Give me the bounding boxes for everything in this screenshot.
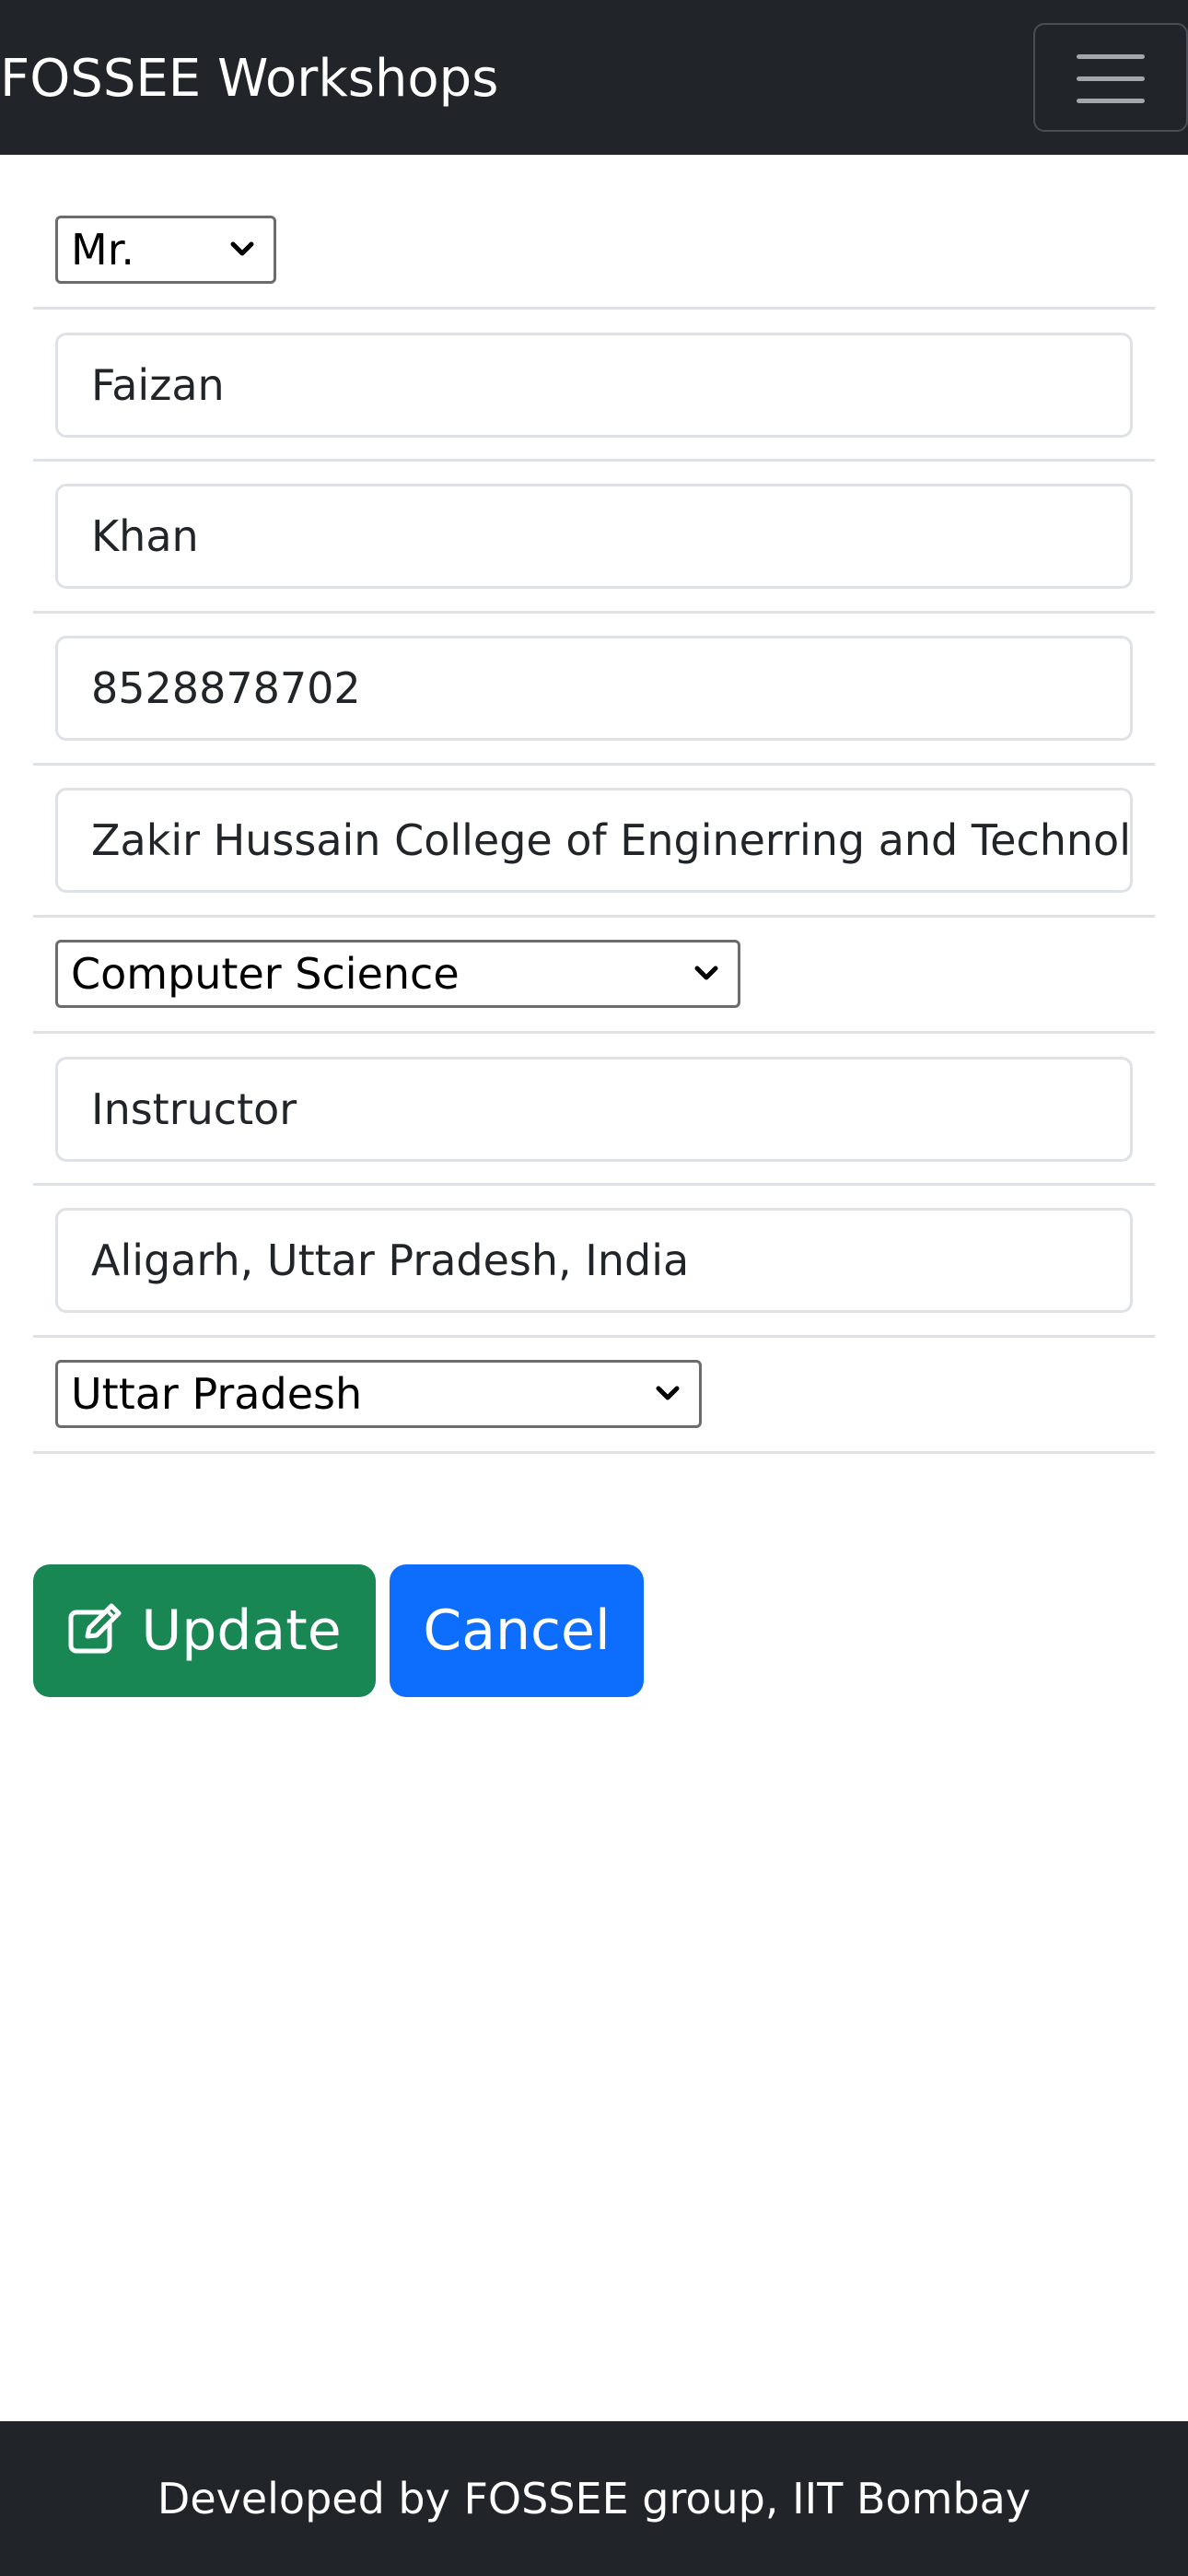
state-select-value: Uttar Pradesh <box>71 1369 363 1419</box>
hamburger-menu-icon-bar <box>1077 76 1145 81</box>
form-row-last-name: Khan <box>33 462 1155 614</box>
navbar-brand[interactable]: FOSSEE Workshops <box>0 46 498 112</box>
department-select[interactable]: Computer Science <box>55 940 740 1008</box>
location-field[interactable]: Aligarh, Uttar Pradesh, India <box>55 1208 1133 1313</box>
cancel-button-label: Cancel <box>423 1598 611 1663</box>
first-name-field[interactable]: Faizan <box>55 333 1133 438</box>
title-select[interactable]: Mr. <box>55 216 276 284</box>
chevron-down-icon <box>230 241 254 256</box>
navbar-toggler-button[interactable] <box>1033 23 1188 132</box>
navbar: FOSSEE Workshops <box>0 0 1188 155</box>
form-row-position: Instructor <box>33 1034 1155 1186</box>
hamburger-menu-icon-bar <box>1077 99 1145 103</box>
update-button[interactable]: Update <box>33 1564 376 1697</box>
update-button-label: Update <box>141 1598 342 1663</box>
footer: Developed by FOSSEE group, IIT Bombay <box>0 2421 1188 2576</box>
form-row-department: Computer Science <box>33 918 1155 1034</box>
footer-text: Developed by FOSSEE group, IIT Bombay <box>157 2474 1031 2523</box>
edit-icon <box>68 1603 122 1654</box>
chevron-down-icon <box>694 966 718 980</box>
form-row-first-name: Faizan <box>33 310 1155 462</box>
form-row-institute: Zakir Hussain College of Enginerring and… <box>33 766 1155 918</box>
chevron-down-icon <box>656 1386 680 1400</box>
cancel-button[interactable]: Cancel <box>390 1564 644 1697</box>
title-select-value: Mr. <box>71 225 134 275</box>
institute-field[interactable]: Zakir Hussain College of Enginerring and… <box>55 788 1133 893</box>
phone-field[interactable]: 8528878702 <box>55 636 1133 741</box>
hamburger-menu-icon <box>1077 54 1145 59</box>
state-select[interactable]: Uttar Pradesh <box>55 1360 702 1428</box>
form-row-phone: 8528878702 <box>33 614 1155 766</box>
position-field[interactable]: Instructor <box>55 1057 1133 1162</box>
department-select-value: Computer Science <box>71 949 460 999</box>
form-row-location: Aligarh, Uttar Pradesh, India <box>33 1186 1155 1338</box>
form-row-state: Uttar Pradesh <box>33 1338 1155 1454</box>
form-row-title: Mr. <box>33 155 1155 310</box>
last-name-field[interactable]: Khan <box>55 484 1133 589</box>
